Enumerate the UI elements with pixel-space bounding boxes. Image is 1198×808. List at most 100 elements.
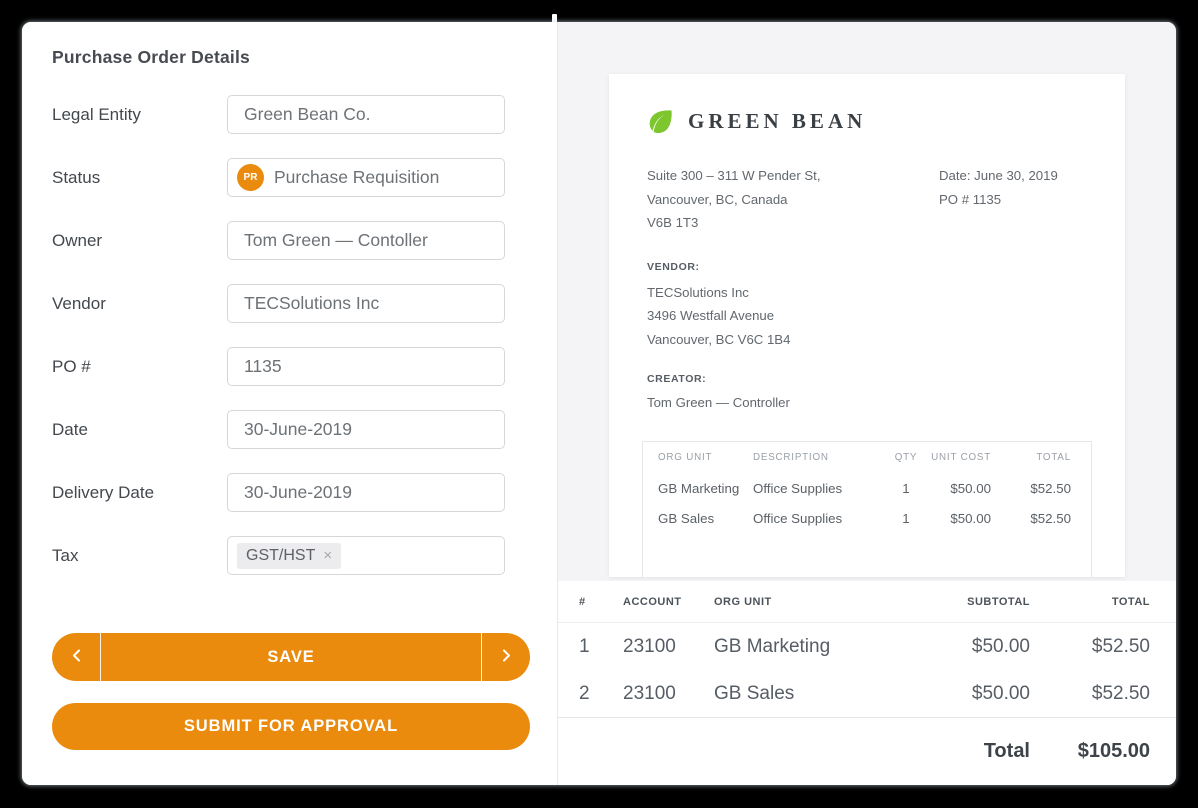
vendor-section-label: VENDOR:: [647, 261, 1087, 273]
po-preview-panel: GREEN BEAN Suite 300 – 311 W Pender St, …: [557, 22, 1176, 785]
remove-tax-icon[interactable]: ×: [323, 548, 332, 563]
creator-name: Tom Green — Controller: [647, 391, 1087, 415]
company-logo: GREEN BEAN: [647, 108, 1087, 135]
tax-input[interactable]: GST/HST ×: [227, 536, 505, 575]
summary-cell-total: $52.50: [1030, 636, 1150, 658]
field-row-owner: Owner Tom Green — Contoller: [52, 221, 557, 260]
summary-cell-org-unit: GB Marketing: [714, 636, 880, 658]
summary-cell-subtotal: $50.00: [880, 683, 1030, 705]
address-line: V6B 1T3: [647, 211, 1087, 235]
field-row-vendor: Vendor TECSolutions Inc: [52, 284, 557, 323]
owner-input[interactable]: Tom Green — Contoller: [227, 221, 505, 260]
cell-total: $52.50: [991, 481, 1091, 496]
delivery-date-input[interactable]: 30-June-2019: [227, 473, 505, 512]
summary-cell-org-unit: GB Sales: [714, 683, 880, 705]
owner-value: Tom Green — Contoller: [244, 230, 428, 251]
summary-cell-number: 2: [579, 683, 623, 705]
summary-header-total: TOTAL: [1030, 596, 1150, 608]
status-badge: PR: [237, 164, 264, 191]
vendor-line: TECSolutions Inc: [647, 281, 1087, 305]
summary-table: # ACCOUNT ORG UNIT SUBTOTAL TOTAL 1 2310…: [558, 581, 1176, 785]
save-button-group: SAVE: [52, 633, 530, 681]
line-items-header-row: ORG UNIT DESCRIPTION QTY UNIT COST TOTAL: [643, 442, 1091, 473]
summary-header-number: #: [579, 596, 623, 608]
po-document-preview: GREEN BEAN Suite 300 – 311 W Pender St, …: [609, 74, 1125, 577]
field-row-date: Date 30-June-2019: [52, 410, 557, 449]
cell-org-unit: GB Sales: [643, 511, 753, 526]
legal-entity-input[interactable]: Green Bean Co.: [227, 95, 505, 134]
save-button[interactable]: SAVE: [100, 633, 482, 681]
status-value: Purchase Requisition: [274, 167, 439, 188]
date-value: 30-June-2019: [244, 419, 352, 440]
summary-total-row: Total $105.00: [558, 717, 1176, 785]
header-org-unit: ORG UNIT: [643, 452, 753, 463]
save-next-button[interactable]: [482, 633, 530, 681]
status-label: Status: [52, 168, 227, 188]
po-number-value: 1135: [244, 356, 282, 377]
summary-header-row: # ACCOUNT ORG UNIT SUBTOTAL TOTAL: [558, 581, 1176, 623]
date-input[interactable]: 30-June-2019: [227, 410, 505, 449]
document-line-items-table: ORG UNIT DESCRIPTION QTY UNIT COST TOTAL…: [642, 441, 1092, 577]
summary-row: 2 23100 GB Sales $50.00 $52.50: [558, 670, 1176, 717]
cell-description: Office Supplies: [753, 481, 886, 496]
submit-for-approval-button[interactable]: SUBMIT FOR APPROVAL: [52, 703, 530, 750]
date-label: Date: [52, 420, 227, 440]
document-header-info: Suite 300 – 311 W Pender St, Vancouver, …: [647, 164, 1087, 235]
delivery-date-label: Delivery Date: [52, 483, 227, 503]
line-item-row: GB Marketing Office Supplies 1 $50.00 $5…: [643, 473, 1091, 503]
legal-entity-value: Green Bean Co.: [244, 104, 370, 125]
vendor-line: Vancouver, BC V6C 1B4: [647, 328, 1087, 352]
document-meta: Date: June 30, 2019 PO # 1135: [939, 164, 1058, 211]
field-row-legal-entity: Legal Entity Green Bean Co.: [52, 95, 557, 134]
owner-label: Owner: [52, 231, 227, 251]
summary-row: 1 23100 GB Marketing $50.00 $52.50: [558, 623, 1176, 670]
header-unit-cost: UNIT COST: [926, 452, 991, 463]
cell-qty: 1: [886, 511, 926, 526]
save-prev-button[interactable]: [52, 633, 100, 681]
cell-unit-cost: $50.00: [926, 481, 991, 496]
tax-chip-text: GST/HST: [246, 547, 315, 565]
summary-cell-subtotal: $50.00: [880, 636, 1030, 658]
cell-org-unit: GB Marketing: [643, 481, 753, 496]
screen-background: Purchase Order Details Legal Entity Gree…: [0, 0, 1198, 808]
field-row-tax: Tax GST/HST ×: [52, 536, 557, 575]
field-row-status: Status PR Purchase Requisition: [52, 158, 557, 197]
po-number-label: PO #: [52, 357, 227, 377]
status-input[interactable]: PR Purchase Requisition: [227, 158, 505, 197]
cell-qty: 1: [886, 481, 926, 496]
chevron-left-icon: [72, 649, 81, 665]
cell-description: Office Supplies: [753, 511, 886, 526]
leaf-icon: [647, 108, 674, 135]
vendor-line: 3496 Westfall Avenue: [647, 304, 1087, 328]
vendor-label: Vendor: [52, 294, 227, 314]
vendor-value: TECSolutions Inc: [244, 293, 379, 314]
app-window: Purchase Order Details Legal Entity Gree…: [22, 22, 1176, 785]
po-details-panel: Purchase Order Details Legal Entity Gree…: [22, 22, 557, 785]
summary-cell-account: 23100: [623, 683, 714, 705]
cell-total: $52.50: [991, 511, 1091, 526]
document-po-number: PO # 1135: [939, 188, 1058, 212]
creator-section-label: CREATOR:: [647, 373, 1087, 385]
tax-chip: GST/HST ×: [237, 543, 341, 569]
page-title: Purchase Order Details: [52, 47, 557, 68]
legal-entity-label: Legal Entity: [52, 105, 227, 125]
vendor-input[interactable]: TECSolutions Inc: [227, 284, 505, 323]
summary-cell-account: 23100: [623, 636, 714, 658]
header-description: DESCRIPTION: [753, 452, 886, 463]
chevron-right-icon: [502, 649, 511, 665]
header-total: TOTAL: [991, 452, 1091, 463]
summary-header-org-unit: ORG UNIT: [714, 596, 880, 608]
company-name: GREEN BEAN: [688, 109, 866, 134]
grand-total-label: Total: [880, 740, 1030, 763]
delivery-date-value: 30-June-2019: [244, 482, 352, 503]
document-date: Date: June 30, 2019: [939, 164, 1058, 188]
line-item-row: GB Sales Office Supplies 1 $50.00 $52.50: [643, 503, 1091, 533]
vendor-address: TECSolutions Inc 3496 Westfall Avenue Va…: [647, 281, 1087, 352]
cell-unit-cost: $50.00: [926, 511, 991, 526]
summary-header-subtotal: SUBTOTAL: [880, 596, 1030, 608]
tax-label: Tax: [52, 546, 227, 566]
po-number-input[interactable]: 1135: [227, 347, 505, 386]
summary-header-account: ACCOUNT: [623, 596, 714, 608]
header-qty: QTY: [886, 452, 926, 463]
field-row-po-number: PO # 1135: [52, 347, 557, 386]
